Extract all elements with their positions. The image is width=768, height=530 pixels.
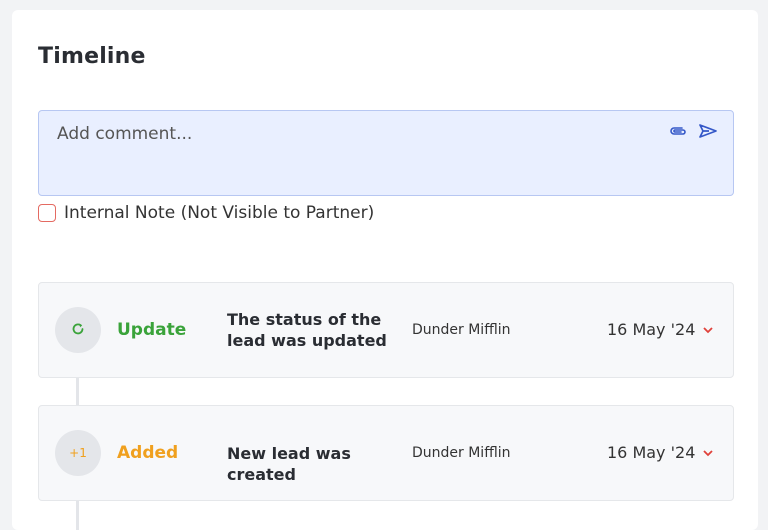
chevron-down-icon[interactable] <box>701 446 715 460</box>
entry-description: New lead was created <box>227 444 351 484</box>
entry-date: 16 May '24 <box>607 320 696 339</box>
comment-box[interactable] <box>38 110 734 196</box>
timeline-card: Timeline Internal Note (Not Visible to P… <box>12 10 758 530</box>
entry-badge: +1 <box>55 430 101 476</box>
page-title: Timeline <box>38 44 146 69</box>
entry-badge-text: +1 <box>69 446 87 460</box>
internal-note-label: Internal Note (Not Visible to Partner) <box>64 203 375 223</box>
entry-company: Dunder Mifflin <box>412 322 511 338</box>
entry-badge <box>55 307 101 353</box>
entry-type: Update <box>117 320 187 340</box>
entry-company: Dunder Mifflin <box>412 445 511 461</box>
chevron-down-icon[interactable] <box>701 323 715 337</box>
send-icon[interactable] <box>697 121 719 141</box>
internal-note-row: Internal Note (Not Visible to Partner) <box>38 203 374 223</box>
timeline-entry: +1 Added New lead was created Dunder Mif… <box>38 405 734 501</box>
entry-date: 16 May '24 <box>607 443 696 462</box>
internal-note-checkbox[interactable] <box>38 204 56 222</box>
entry-description: The status of the lead was updated <box>227 310 387 350</box>
refresh-icon <box>71 322 85 339</box>
timeline-entry: Update The status of the lead was update… <box>38 282 734 378</box>
paperclip-icon[interactable] <box>667 121 689 141</box>
entry-type: Added <box>117 443 179 463</box>
comment-input[interactable] <box>55 121 619 147</box>
